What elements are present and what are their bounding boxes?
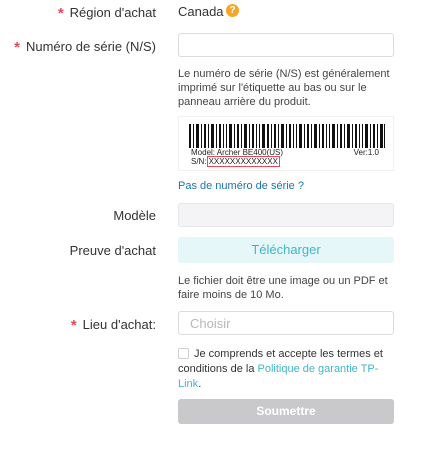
model-field [178,203,394,227]
serial-note: Le numéro de série (N/S) est généralemen… [178,68,390,108]
region-value: Canada [178,4,224,19]
required-mark: * [57,5,64,22]
region-label-text: Région d'achat [69,5,156,20]
barcode-sn-value: XXXXXXXXXXXXX [206,156,280,167]
place-select[interactable]: Choisir [178,311,394,335]
place-select-placeholder: Choisir [190,316,231,331]
region-label: * Région d'achat [57,4,156,22]
upload-button[interactable]: Télécharger [178,237,394,263]
agree-text: Je comprends et accepte les termes et co… [178,347,394,392]
help-icon[interactable]: ? [226,4,239,17]
barcode-version-text: Ver:1.0 [353,148,379,157]
agree-text-after: . [198,378,202,390]
proof-note: Le fichier doit être une image ou un PDF… [178,275,388,301]
required-mark: * [14,39,20,56]
required-mark: * [70,317,77,334]
barcode-sn-prefix: S/N: [191,157,207,166]
serial-input[interactable] [178,33,394,57]
submit-button[interactable]: Soumettre [178,399,394,424]
serial-label-text: Numéro de série (N/S) [25,39,156,54]
model-label: Modèle [113,208,156,223]
serial-label: * Numéro de série (N/S) [14,38,156,56]
place-label-text: Lieu d'achat: [82,317,156,332]
barcode-serial-text: S/N: XXXXXXXXXXXXX [191,156,280,167]
place-label: * Lieu d'achat: [70,316,156,334]
barcode-label-image: Model: Archer BE400(US) Ver:1.0 S/N: XXXX… [178,116,394,171]
no-serial-link[interactable]: Pas de numéro de série ? [178,180,304,192]
proof-label: Preuve d'achat [69,243,156,258]
barcode-icon [189,124,385,148]
